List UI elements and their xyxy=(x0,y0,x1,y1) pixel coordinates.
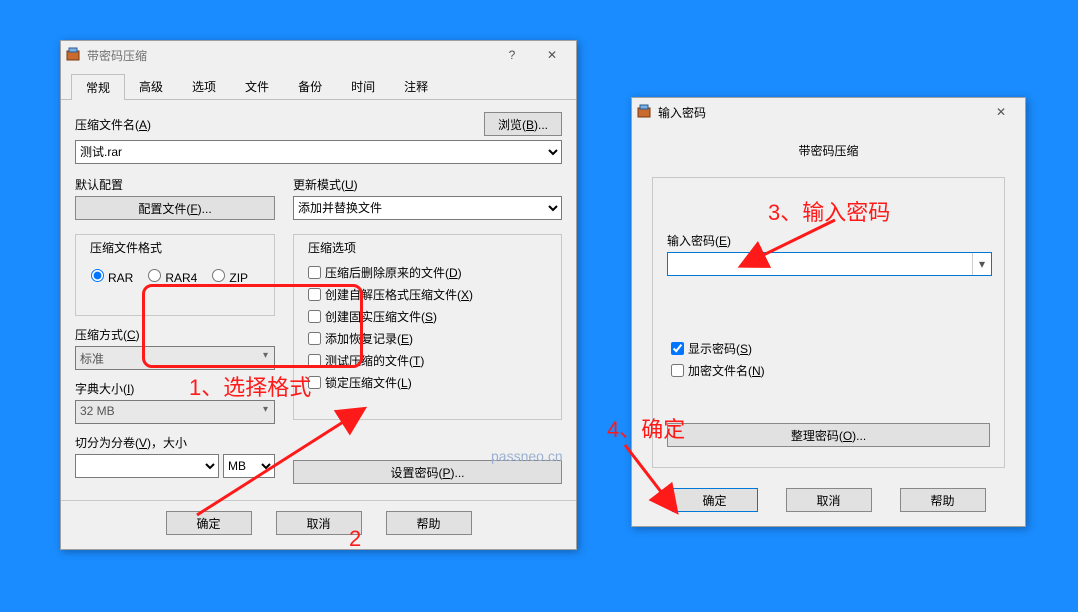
pw-help-button[interactable]: 帮助 xyxy=(900,488,986,512)
tab-advanced[interactable]: 高级 xyxy=(124,73,178,99)
tab-options[interactable]: 选项 xyxy=(177,73,231,99)
close-icon[interactable]: ✕ xyxy=(981,100,1021,124)
password-input[interactable]: ▾ xyxy=(667,252,992,276)
update-mode-label: 更新模式(U) xyxy=(293,176,562,193)
main-titlebar: 带密码压缩 ? ✕ xyxy=(61,41,576,69)
chk-sfx[interactable] xyxy=(308,288,321,301)
options-legend: 压缩选项 xyxy=(304,239,360,256)
ok-button[interactable]: 确定 xyxy=(166,511,252,535)
profile-button[interactable]: 配置文件(F)... xyxy=(75,196,275,220)
radio-rar[interactable]: RAR xyxy=(86,266,133,285)
enter-password-label: 输入密码(E) xyxy=(667,232,990,249)
rar-icon xyxy=(636,104,652,120)
tabstrip: 常规 高级 选项 文件 备份 时间 注释 xyxy=(61,73,576,100)
cancel-button[interactable]: 取消 xyxy=(276,511,362,535)
update-mode-select[interactable]: 添加并替换文件 xyxy=(293,196,562,220)
pw-subtitle: 带密码压缩 xyxy=(632,126,1025,167)
filename-label: 压缩文件名(A) xyxy=(75,116,474,133)
password-dialog: 输入密码 ✕ 带密码压缩 输入密码(E) ▾ 显示密码(S) 加密文件名(N) … xyxy=(631,97,1026,527)
help-button[interactable]: 帮助 xyxy=(386,511,472,535)
chk-recovery[interactable] xyxy=(308,332,321,345)
tab-comment[interactable]: 注释 xyxy=(389,73,443,99)
tab-general[interactable]: 常规 xyxy=(71,74,125,100)
split-unit-select[interactable]: MB xyxy=(223,454,275,478)
pw-footer: 确定 取消 帮助 xyxy=(632,478,1025,526)
tab-backup[interactable]: 备份 xyxy=(283,73,337,99)
pw-ok-button[interactable]: 确定 xyxy=(672,488,758,512)
chk-test[interactable] xyxy=(308,354,321,367)
organize-passwords-button[interactable]: 整理密码(O)... xyxy=(667,423,990,447)
help-icon[interactable]: ? xyxy=(492,43,532,67)
chevron-down-icon[interactable]: ▾ xyxy=(972,253,991,275)
options-group: 压缩选项 压缩后删除原来的文件(D) 创建自解压格式压缩文件(X) 创建固实压缩… xyxy=(293,234,562,420)
main-title: 带密码压缩 xyxy=(87,47,147,64)
browse-button[interactable]: 浏览(B)... xyxy=(484,112,562,136)
chk-encrypt-names[interactable] xyxy=(671,364,684,377)
watermark: passneo.cn xyxy=(491,448,563,464)
method-select[interactable]: 标准 xyxy=(75,346,275,370)
filename-input[interactable]: 测试.rar xyxy=(75,140,562,164)
chk-delete-after[interactable] xyxy=(308,266,321,279)
format-legend: 压缩文件格式 xyxy=(86,239,166,256)
chk-show-password[interactable] xyxy=(671,342,684,355)
radio-zip[interactable]: ZIP xyxy=(207,266,248,285)
split-label: 切分为分卷(V)，大小 xyxy=(75,434,275,451)
main-dialog: 带密码压缩 ? ✕ 常规 高级 选项 文件 备份 时间 注释 压缩文件名(A) … xyxy=(60,40,577,550)
main-footer: 确定 取消 帮助 xyxy=(61,500,576,549)
format-group: 压缩文件格式 RAR RAR4 ZIP xyxy=(75,234,275,316)
radio-rar4[interactable]: RAR4 xyxy=(143,266,197,285)
pw-titlebar: 输入密码 ✕ xyxy=(632,98,1025,126)
pw-title: 输入密码 xyxy=(658,104,706,121)
tab-files[interactable]: 文件 xyxy=(230,73,284,99)
tab-time[interactable]: 时间 xyxy=(336,73,390,99)
chk-lock[interactable] xyxy=(308,376,321,389)
split-size-input[interactable] xyxy=(75,454,219,478)
method-label: 压缩方式(C) xyxy=(75,326,275,343)
dict-label: 字典大小(I) xyxy=(75,380,275,397)
chk-solid[interactable] xyxy=(308,310,321,323)
pw-cancel-button[interactable]: 取消 xyxy=(786,488,872,512)
pw-group: 输入密码(E) ▾ 显示密码(S) 加密文件名(N) 整理密码(O)... xyxy=(652,177,1005,468)
default-profile-label: 默认配置 xyxy=(75,176,275,193)
rar-icon xyxy=(65,47,81,63)
general-panel: 压缩文件名(A) 浏览(B)... 测试.rar 默认配置 配置文件(F)...… xyxy=(61,100,576,494)
close-icon[interactable]: ✕ xyxy=(532,43,572,67)
dict-select[interactable]: 32 MB xyxy=(75,400,275,424)
